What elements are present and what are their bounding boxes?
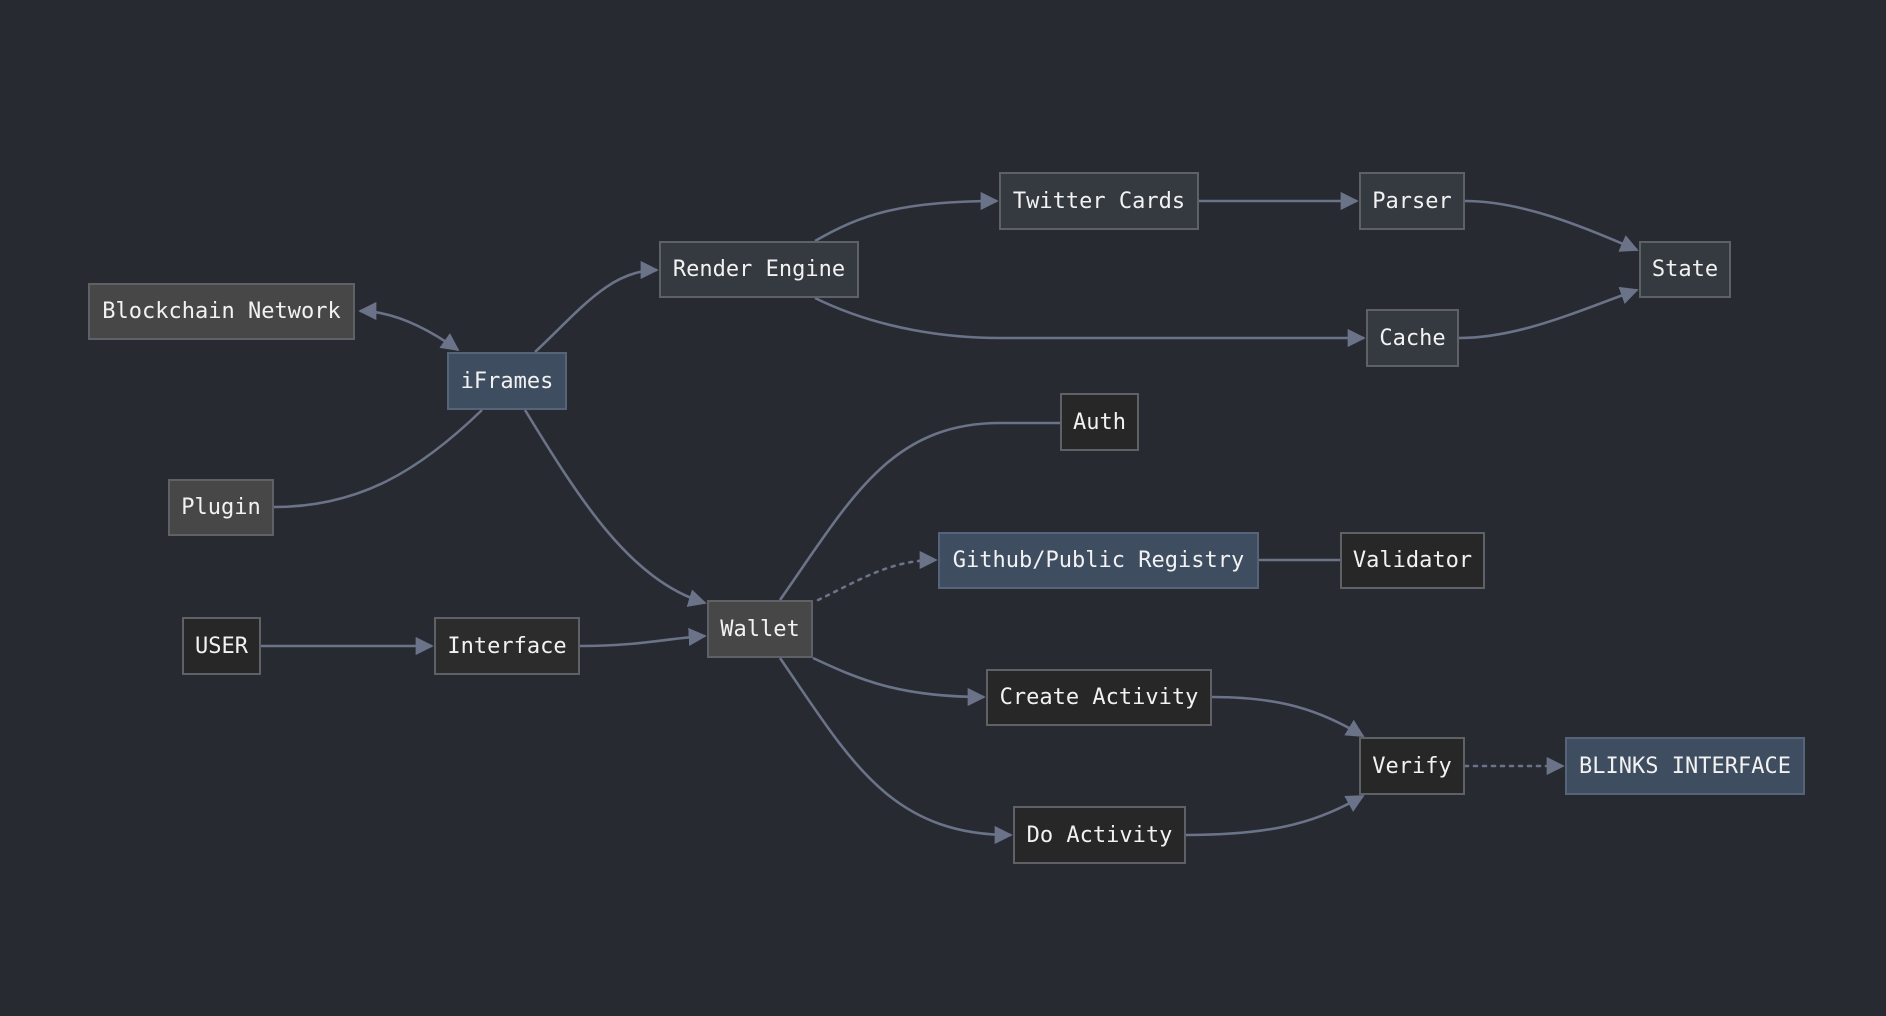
node-render-engine[interactable]: Render Engine — [659, 241, 859, 298]
node-validator[interactable]: Validator — [1340, 532, 1485, 589]
edge-create-verify — [1211, 695, 1365, 738]
node-interface[interactable]: Interface — [434, 617, 580, 675]
edge-render-cache — [814, 296, 1366, 348]
edge-render-twitter — [814, 191, 999, 243]
edges-layer — [261, 191, 1639, 845]
node-iframes[interactable]: iFrames — [447, 352, 567, 410]
edge-wallet-create — [812, 656, 986, 707]
node-twitter-cards[interactable]: Twitter Cards — [999, 172, 1199, 230]
edge-iframes-wallet — [523, 409, 707, 607]
edge-iframes-blockchain — [358, 301, 460, 352]
edge-wallet-github — [816, 550, 938, 602]
edge-parser-state — [1464, 199, 1639, 252]
edge-iframes-render — [534, 260, 659, 353]
node-create-activity[interactable]: Create Activity — [986, 669, 1212, 726]
node-plugin[interactable]: Plugin — [168, 479, 274, 536]
edge-plugin-iframes — [273, 409, 483, 509]
edge-interface-wallet — [579, 627, 707, 648]
node-github-public-registry[interactable]: Github/Public Registry — [938, 532, 1259, 589]
edge-cache-state — [1458, 286, 1639, 340]
node-parser[interactable]: Parser — [1359, 172, 1465, 230]
node-cache[interactable]: Cache — [1366, 309, 1459, 367]
node-verify[interactable]: Verify — [1359, 737, 1465, 795]
node-user[interactable]: USER — [182, 617, 261, 675]
node-blockchain-network[interactable]: Blockchain Network — [88, 283, 355, 340]
node-do-activity[interactable]: Do Activity — [1013, 806, 1186, 864]
node-blinks-interface[interactable]: BLINKS INTERFACE — [1565, 737, 1805, 795]
edge-do-verify — [1185, 794, 1365, 837]
edge-wallet-do — [778, 657, 1013, 845]
node-auth[interactable]: Auth — [1060, 393, 1139, 451]
node-wallet[interactable]: Wallet — [707, 600, 813, 658]
node-state[interactable]: State — [1639, 241, 1731, 298]
